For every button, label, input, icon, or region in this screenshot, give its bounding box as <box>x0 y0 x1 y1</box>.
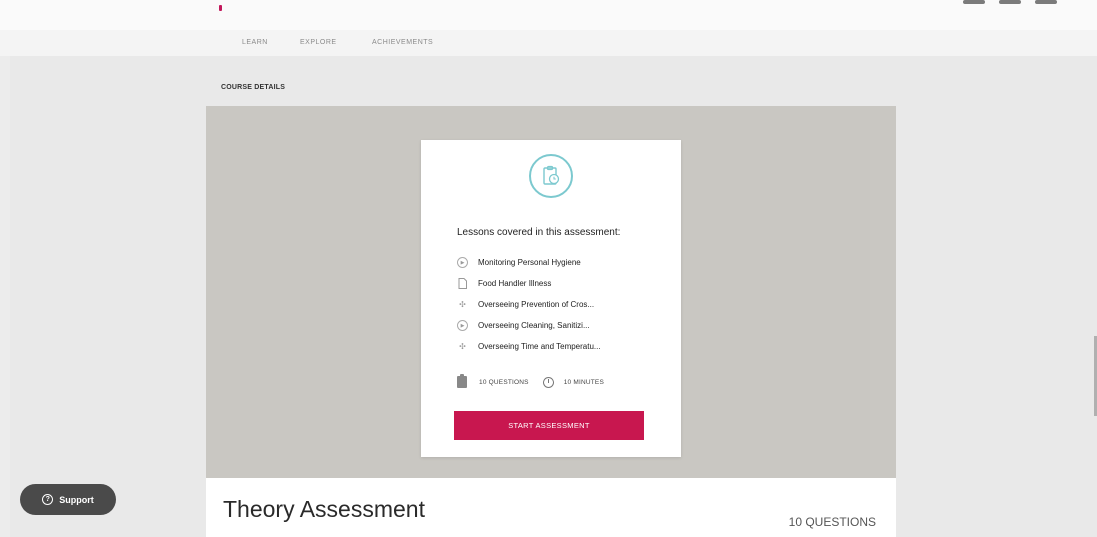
lesson-item[interactable]: ✣ Overseeing Prevention of Cros... <box>457 294 601 315</box>
play-icon: ▶ <box>457 257 468 268</box>
tab-explore[interactable]: EXPLORE <box>300 39 337 46</box>
lesson-label: Overseeing Time and Temperatu... <box>478 342 601 351</box>
course-footer: Theory Assessment 10 QUESTIONS <box>206 478 896 537</box>
clipboard-clock-icon <box>529 154 573 198</box>
minutes-label: 10 MINUTES <box>563 378 605 386</box>
header-controls <box>963 0 1057 8</box>
header-control[interactable] <box>963 0 985 4</box>
main-nav: LEARN EXPLORE ACHIEVEMENTS <box>0 30 1097 56</box>
puzzle-icon: ✣ <box>459 342 466 351</box>
section-title: COURSE DETAILS <box>221 84 286 91</box>
puzzle-icon: ✣ <box>459 300 466 309</box>
support-button[interactable]: ? Support <box>20 484 116 515</box>
play-icon: ▶ <box>457 320 468 331</box>
document-icon <box>457 278 468 289</box>
lesson-list: ▶ Monitoring Personal Hygiene Food Handl… <box>457 252 601 357</box>
clock-icon <box>542 376 554 388</box>
lessons-heading: Lessons covered in this assessment: <box>457 227 621 238</box>
course-title: Theory Assessment <box>223 496 425 522</box>
lesson-label: Food Handler Illness <box>478 279 552 288</box>
lesson-item[interactable]: ▶ Monitoring Personal Hygiene <box>457 252 601 273</box>
start-assessment-button[interactable]: START ASSESSMENT <box>454 411 644 440</box>
tab-learn[interactable]: LEARN <box>242 39 268 46</box>
top-header <box>0 0 1097 31</box>
header-control[interactable] <box>1035 0 1057 4</box>
lesson-label: Monitoring Personal Hygiene <box>478 258 581 267</box>
lesson-item[interactable]: Food Handler Illness <box>457 273 601 294</box>
assessment-card: Lessons covered in this assessment: ▶ Mo… <box>421 140 681 457</box>
clipboard-icon <box>457 374 467 388</box>
lesson-label: Overseeing Prevention of Cros... <box>478 300 595 309</box>
lesson-label: Overseeing Cleaning, Sanitizi... <box>478 321 590 330</box>
lesson-item[interactable]: ▶ Overseeing Cleaning, Sanitizi... <box>457 315 601 336</box>
header-control[interactable] <box>999 0 1021 4</box>
tab-achievements[interactable]: ACHIEVEMENTS <box>372 39 433 46</box>
brand-logo-fragment[interactable] <box>219 5 222 11</box>
support-label: Support <box>59 494 94 505</box>
lesson-item[interactable]: ✣ Overseeing Time and Temperatu... <box>457 336 601 357</box>
questions-label: 10 QUESTIONS <box>479 378 529 386</box>
question-icon: ? <box>42 494 54 505</box>
course-question-count: 10 QUESTIONS <box>788 515 876 529</box>
assessment-meta: 10 QUESTIONS 10 MINUTES <box>457 374 605 388</box>
